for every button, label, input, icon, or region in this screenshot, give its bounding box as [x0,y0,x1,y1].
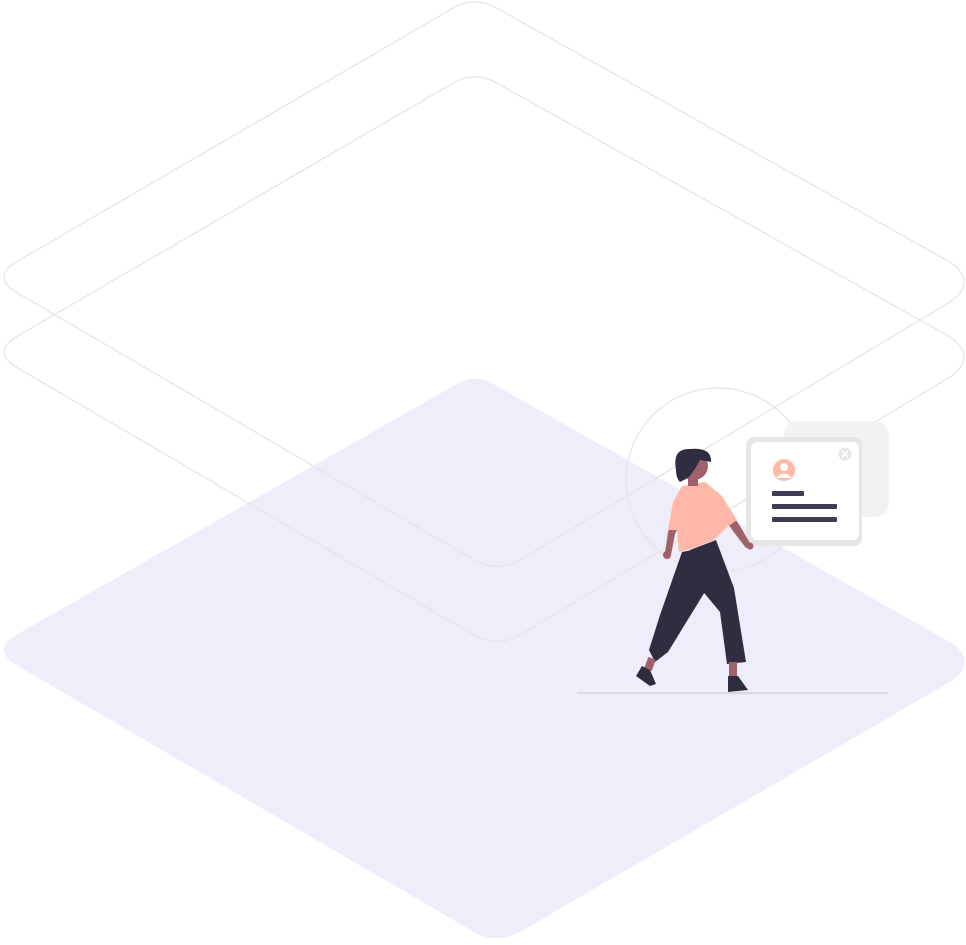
profile-card [746,437,862,546]
close-icon [838,447,852,461]
illustration-canvas [0,0,966,945]
profile-line-short [772,491,804,496]
profile-line-long-1 [772,504,837,509]
illustration-svg [3,1,965,939]
profile-line-long-2 [772,517,837,522]
user-avatar-icon [773,459,795,481]
